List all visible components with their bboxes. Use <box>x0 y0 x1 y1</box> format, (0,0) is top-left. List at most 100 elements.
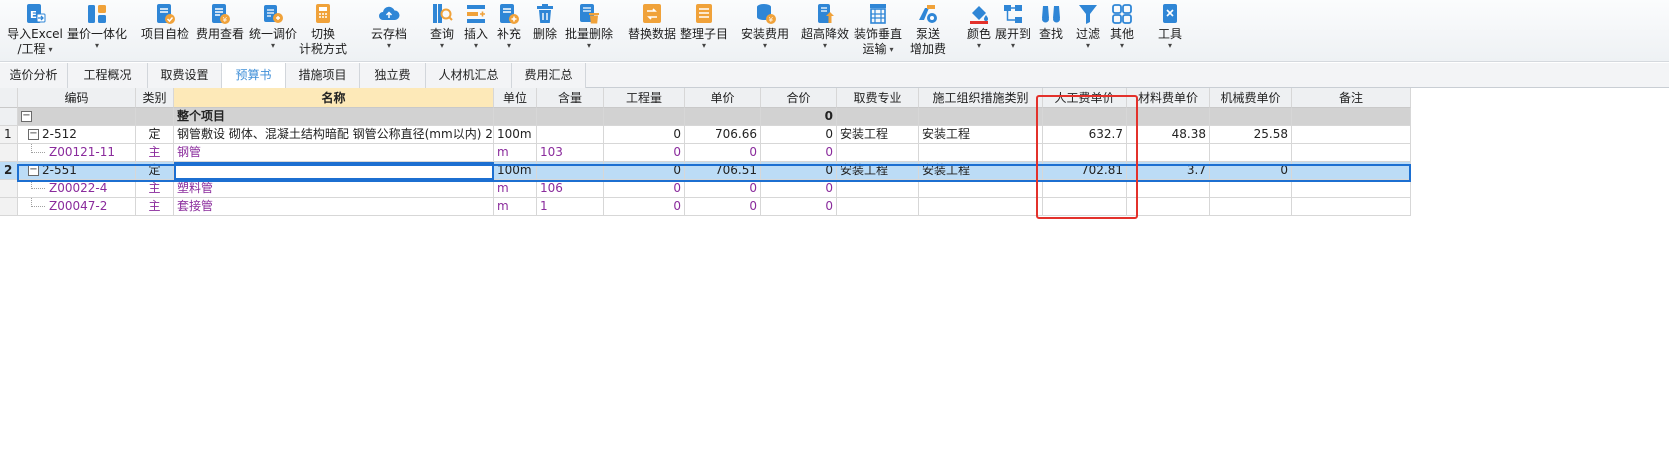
import-excel-button[interactable]: E 导入Excel /工程 ▾ <box>6 0 64 62</box>
machine-price-cell[interactable] <box>1210 144 1292 162</box>
org-category-cell[interactable] <box>919 144 1043 162</box>
group-row-whole-project[interactable]: − 整个项目 0 <box>0 108 1411 126</box>
unit-cell[interactable]: m <box>494 198 537 216</box>
unit-price-cell[interactable]: 706.66 <box>685 126 761 144</box>
material-price-cell[interactable] <box>1127 144 1210 162</box>
machine-price-cell[interactable]: 25.58 <box>1210 126 1292 144</box>
content-cell[interactable]: 106 <box>537 180 604 198</box>
org-category-cell[interactable]: 安装工程 <box>919 126 1043 144</box>
tab-fee-summary[interactable]: 费用汇总 <box>512 63 586 88</box>
tab-independent-fee[interactable]: 独立费 <box>360 63 426 88</box>
col-header-type[interactable]: 类别 <box>136 88 174 108</box>
machine-price-cell[interactable] <box>1210 198 1292 216</box>
quantity-cell[interactable] <box>604 108 685 126</box>
tab-fee-settings[interactable]: 取费设置 <box>148 63 222 88</box>
quantity-cell[interactable]: 0 <box>604 198 685 216</box>
unit-cell[interactable]: 100m <box>494 126 537 144</box>
name-cell[interactable]: 套接管 <box>174 198 494 216</box>
tools-button[interactable]: 工具 ▾ <box>1155 0 1185 62</box>
machine-price-cell[interactable] <box>1210 108 1292 126</box>
col-header-org-category[interactable]: 施工组织措施类别 <box>919 88 1043 108</box>
col-header-fee-major[interactable]: 取费专业 <box>837 88 919 108</box>
labor-price-cell[interactable] <box>1043 108 1127 126</box>
cloud-archive-button[interactable]: 云存档 ▾ <box>366 0 412 62</box>
row-number[interactable]: 1 <box>0 126 18 144</box>
col-header-note[interactable]: 备注 <box>1292 88 1411 108</box>
table-row[interactable]: Z00047-2 主 套接管 m 1 0 0 0 <box>0 198 1411 216</box>
row-number[interactable]: 2 <box>0 162 18 180</box>
code-cell[interactable]: Z00022-4 <box>18 180 136 198</box>
query-button[interactable]: 查询 ▾ <box>427 0 457 62</box>
switch-tax-method-button[interactable]: 切换 计税方式 <box>298 0 348 62</box>
total-price-cell[interactable]: 0 <box>761 108 837 126</box>
code-cell[interactable]: −2-512 <box>18 126 136 144</box>
super-high-efficiency-button[interactable]: 超高降效 ▾ <box>800 0 850 62</box>
col-header-machine-price[interactable]: 机械费单价 <box>1210 88 1292 108</box>
code-cell[interactable]: − <box>18 108 136 126</box>
material-price-cell[interactable] <box>1127 108 1210 126</box>
table-row[interactable]: 1 −2-512 定 钢管敷设 砌体、混凝土结构暗配 钢管公称直径(mm以内) … <box>0 126 1411 144</box>
content-cell[interactable]: 1 <box>537 198 604 216</box>
fee-view-button[interactable]: ¥ 费用查看 <box>195 0 245 62</box>
material-price-cell[interactable] <box>1127 198 1210 216</box>
col-header-material-price[interactable]: 材料费单价 <box>1127 88 1210 108</box>
col-header-total-price[interactable]: 合价 <box>761 88 837 108</box>
org-category-cell[interactable] <box>919 108 1043 126</box>
unit-cell[interactable]: 100m <box>494 162 537 180</box>
fee-major-cell[interactable] <box>837 180 919 198</box>
table-row[interactable]: Z00022-4 主 塑料管 m 106 0 0 0 <box>0 180 1411 198</box>
machine-price-cell[interactable]: 0 <box>1210 162 1292 180</box>
type-cell[interactable]: 定 <box>136 126 174 144</box>
tab-project-overview[interactable]: 工程概况 <box>68 63 148 88</box>
org-category-cell[interactable]: 安装工程 <box>919 162 1043 180</box>
name-cell[interactable]: 塑料管 <box>174 180 494 198</box>
collapse-icon[interactable]: − <box>28 129 39 140</box>
material-price-cell[interactable]: 3.7 <box>1127 162 1210 180</box>
quantity-cell[interactable]: 0 <box>604 162 685 180</box>
org-category-cell[interactable] <box>919 180 1043 198</box>
col-header-quantity[interactable]: 工程量 <box>604 88 685 108</box>
unit-price-cell[interactable]: 0 <box>685 144 761 162</box>
content-cell[interactable]: 103 <box>537 144 604 162</box>
collapse-icon[interactable]: − <box>28 165 39 176</box>
filter-button[interactable]: 过滤 ▾ <box>1073 0 1103 62</box>
material-price-cell[interactable]: 48.38 <box>1127 126 1210 144</box>
note-cell[interactable] <box>1292 162 1411 180</box>
tab-budget-book[interactable]: 预算书 <box>222 63 286 89</box>
type-cell[interactable] <box>136 108 174 126</box>
type-cell[interactable]: 主 <box>136 144 174 162</box>
supplement-button[interactable]: 补充 ▾ <box>494 0 524 62</box>
labor-price-cell[interactable] <box>1043 198 1127 216</box>
col-header-unit[interactable]: 单位 <box>494 88 537 108</box>
delete-button[interactable]: 删除 <box>530 0 560 62</box>
unit-cell[interactable] <box>494 108 537 126</box>
unit-cell[interactable]: m <box>494 180 537 198</box>
labor-price-cell[interactable] <box>1043 180 1127 198</box>
table-row[interactable]: Z00121-11 主 钢管 m 103 0 0 0 <box>0 144 1411 162</box>
content-cell[interactable] <box>537 108 604 126</box>
batch-delete-button[interactable]: 批量删除 ▾ <box>564 0 614 62</box>
color-button[interactable]: 颜色 ▾ <box>964 0 994 62</box>
labor-price-cell[interactable]: 632.7 <box>1043 126 1127 144</box>
machine-price-cell[interactable] <box>1210 180 1292 198</box>
total-price-cell[interactable]: 0 <box>761 126 837 144</box>
tab-labor-material-machine[interactable]: 人材机汇总 <box>426 63 512 88</box>
col-header-code[interactable]: 编码 <box>18 88 136 108</box>
insert-button[interactable]: 插入 ▾ <box>461 0 491 62</box>
total-price-cell[interactable]: 0 <box>761 144 837 162</box>
unit-price-cell[interactable]: 0 <box>685 198 761 216</box>
quantity-price-button[interactable]: 量价一体化 ▾ <box>66 0 128 62</box>
material-price-cell[interactable] <box>1127 180 1210 198</box>
project-self-check-button[interactable]: 项目自检 <box>140 0 190 62</box>
unit-price-cell[interactable]: 706.51 <box>685 162 761 180</box>
name-cell[interactable]: 绝缘导管敷设 暗配 塑料管公称直径(mm以内) 20 <box>174 162 494 180</box>
find-button[interactable]: 查找 <box>1036 0 1066 62</box>
labor-price-cell[interactable] <box>1043 144 1127 162</box>
note-cell[interactable] <box>1292 126 1411 144</box>
total-price-cell[interactable]: 0 <box>761 180 837 198</box>
quantity-cell[interactable]: 0 <box>604 126 685 144</box>
col-header-unit-price[interactable]: 单价 <box>685 88 761 108</box>
note-cell[interactable] <box>1292 144 1411 162</box>
type-cell[interactable]: 主 <box>136 198 174 216</box>
note-cell[interactable] <box>1292 198 1411 216</box>
